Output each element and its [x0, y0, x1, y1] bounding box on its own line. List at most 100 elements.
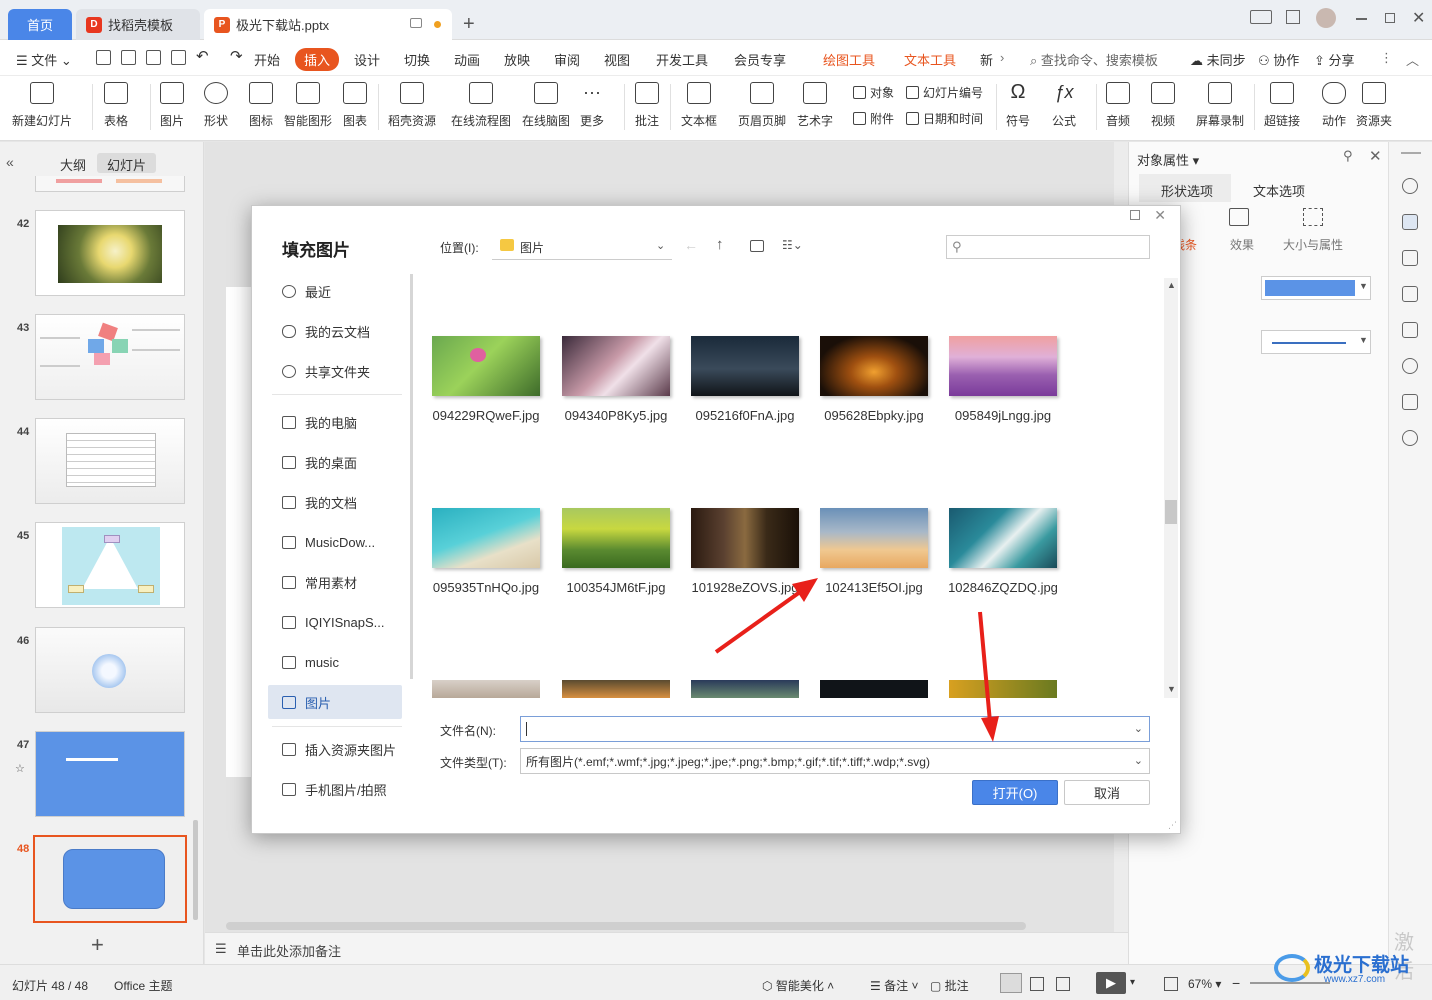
fit-window-icon[interactable] — [1164, 977, 1178, 991]
slide-thumb-partial[interactable] — [35, 176, 185, 192]
help-icon[interactable] — [1402, 430, 1418, 446]
notes-toggle[interactable]: ☰ 备注 ˅ — [870, 977, 918, 994]
header-footer-button[interactable]: 页眉页脚 — [738, 82, 786, 129]
undo-icon[interactable]: ↶ — [196, 47, 209, 65]
comment-button[interactable]: 批注 — [635, 82, 659, 129]
resize-grip-icon[interactable]: ⋰ — [1168, 820, 1177, 831]
nav-iqiyi[interactable]: IQIYISnapS... — [268, 605, 402, 639]
picture-button[interactable]: 图片 — [160, 82, 184, 129]
menu-view[interactable]: 视图 — [604, 50, 630, 69]
book-icon[interactable] — [1402, 394, 1418, 410]
zoom-out-icon[interactable]: − — [1232, 975, 1240, 991]
up-arrow-icon[interactable]: ↑ — [716, 236, 724, 253]
panel-title[interactable]: 对象属性 ▾ — [1137, 150, 1199, 169]
file-name[interactable]: 094229RQweF.jpg — [421, 408, 551, 423]
rocket-icon[interactable] — [1402, 178, 1418, 194]
symbol-button[interactable]: Ω 符号 — [1006, 82, 1030, 129]
tab-home[interactable]: 首页 — [8, 9, 72, 40]
subtab-effect[interactable]: 效果 — [1230, 236, 1254, 253]
image-thumb[interactable] — [691, 336, 799, 396]
image-thumb[interactable] — [820, 336, 928, 396]
table-button[interactable]: 表格 — [104, 82, 128, 129]
file-name[interactable]: 095216f0FnA.jpg — [680, 408, 810, 423]
slide-thumb-48[interactable] — [33, 835, 187, 923]
horizontal-scrollbar[interactable] — [226, 922, 1026, 930]
save-icon[interactable] — [96, 50, 111, 65]
more-button[interactable]: ··· 更多 — [580, 82, 604, 129]
menu-new[interactable]: 新 — [980, 50, 993, 69]
theme-name[interactable]: Office 主题 — [114, 977, 172, 994]
image-thumb-partial[interactable] — [562, 680, 670, 698]
file-grid-scrollbar[interactable]: ▲ ▼ — [1164, 278, 1178, 698]
add-slide-button[interactable]: + — [91, 932, 104, 958]
slide-thumb-46[interactable] — [35, 627, 185, 713]
print-icon[interactable] — [146, 50, 161, 65]
filetype-select[interactable]: 所有图片(*.emf;*.wmf;*.jpg;*.jpeg;*.jpe;*.pn… — [520, 748, 1150, 774]
menu-review[interactable]: 审阅 — [554, 50, 580, 69]
image-thumb[interactable] — [949, 336, 1057, 396]
normal-view-icon[interactable] — [1000, 973, 1022, 993]
maximize-icon[interactable] — [1385, 13, 1395, 23]
location-dropdown[interactable]: 图片 ⌄ — [492, 234, 672, 260]
object-button[interactable]: 对象 — [853, 84, 894, 101]
tab-text-options[interactable]: 文本选项 — [1253, 181, 1305, 200]
nav-scrollbar[interactable] — [410, 274, 413, 679]
slide-number-button[interactable]: 幻灯片编号 — [906, 84, 983, 101]
play-dropdown-icon[interactable]: ▾ — [1130, 977, 1135, 988]
scroll-thumb[interactable] — [1165, 500, 1177, 524]
nav-music[interactable]: music — [268, 645, 402, 679]
nav-common[interactable]: 常用素材 — [268, 565, 402, 599]
reading-view-icon[interactable] — [1056, 977, 1070, 991]
filename-input[interactable]: ⌄ — [520, 716, 1150, 742]
datetime-button[interactable]: 日期和时间 — [906, 110, 983, 127]
command-search[interactable]: ⌕ 查找命令、搜索模板 — [1030, 50, 1158, 69]
collab-button[interactable]: ⚇ 协作 — [1258, 50, 1299, 69]
export-pdf-icon[interactable] — [121, 50, 136, 65]
nav-recent[interactable]: 最近 — [268, 274, 402, 308]
file-name[interactable]: 100354JM6tF.jpg — [551, 580, 681, 595]
image-thumb[interactable] — [949, 508, 1057, 568]
zoom-level[interactable]: 67% ▾ — [1188, 977, 1221, 991]
nav-insert-resource[interactable]: 插入资源夹图片 — [268, 732, 402, 766]
subtab-size[interactable]: 大小与属性 — [1283, 236, 1343, 253]
file-name[interactable]: 102413Ef5OI.jpg — [809, 580, 939, 595]
location-icon[interactable] — [1402, 358, 1418, 374]
slide-thumb-44[interactable] — [35, 418, 185, 504]
menu-start[interactable]: 开始 — [254, 50, 280, 69]
minimize-icon[interactable] — [1356, 18, 1367, 20]
slide-thumb-43[interactable] — [35, 314, 185, 400]
scroll-up-icon[interactable]: ▲ — [1167, 280, 1176, 290]
tab-slides[interactable]: 幻灯片 — [97, 153, 157, 173]
menu-design[interactable]: 设计 — [354, 50, 380, 69]
menu-developer[interactable]: 开发工具 — [656, 50, 708, 69]
new-slide-button[interactable]: 新建幻灯片 — [12, 82, 72, 129]
share-button[interactable]: ⇪ 分享 — [1314, 50, 1355, 69]
resource-folder-button[interactable]: 资源夹 — [1356, 82, 1392, 129]
menu-drawing-tools[interactable]: 绘图工具 — [823, 50, 875, 69]
icon-button[interactable]: 图标 — [249, 82, 273, 129]
nav-shared[interactable]: 共享文件夹 — [268, 354, 402, 388]
sync-button[interactable]: ☁ 未同步 — [1190, 50, 1246, 69]
tab-docer-templates[interactable]: D 找稻壳模板 — [76, 9, 200, 40]
file-name[interactable]: 095628Ebpky.jpg — [809, 408, 939, 423]
audio-button[interactable]: 音频 — [1106, 82, 1130, 129]
image-thumb[interactable] — [562, 336, 670, 396]
attachment-button[interactable]: 附件 — [853, 110, 894, 127]
cancel-button[interactable]: 取消 — [1064, 780, 1150, 805]
beautify-icon[interactable] — [1402, 322, 1418, 338]
wordart-button[interactable]: 艺术字 — [797, 82, 833, 129]
tab-outline[interactable]: 大纲 — [50, 153, 96, 173]
nav-musicdow[interactable]: MusicDow... — [268, 525, 402, 559]
line-style-picker[interactable]: ▼ — [1261, 330, 1371, 354]
more-icon[interactable]: ⋮ — [1380, 50, 1393, 66]
image-thumb-partial[interactable] — [949, 680, 1057, 698]
image-thumb[interactable] — [432, 508, 540, 568]
image-thumb-partial[interactable] — [691, 680, 799, 698]
file-menu[interactable]: ☰ 文件 ⌄ — [16, 50, 72, 69]
online-flowchart-button[interactable]: 在线流程图 — [451, 82, 511, 129]
shape-button[interactable]: 形状 — [204, 82, 228, 129]
action-button[interactable]: 动作 — [1322, 82, 1346, 129]
scroll-down-icon[interactable]: ▼ — [1167, 684, 1176, 694]
print-preview-icon[interactable] — [171, 50, 186, 65]
animation-icon[interactable] — [1402, 250, 1418, 266]
